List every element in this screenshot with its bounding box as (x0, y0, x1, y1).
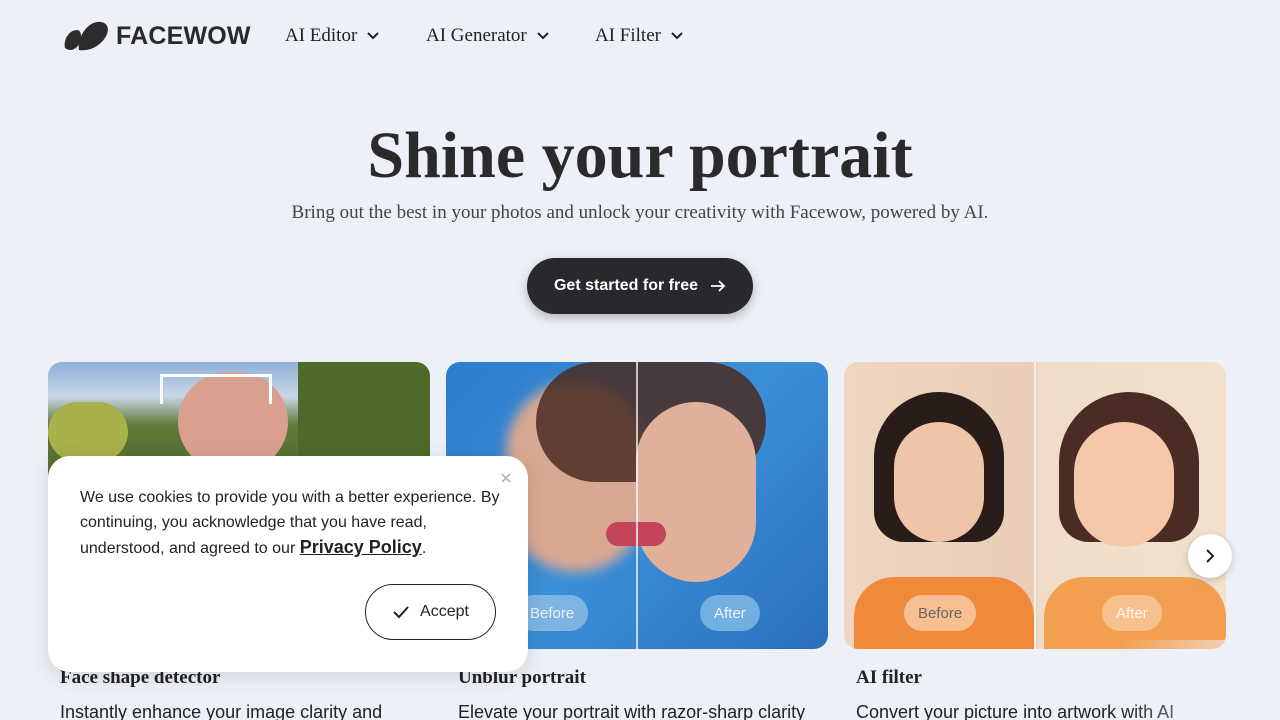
hero-subtitle: Bring out the best in your photos and un… (291, 202, 989, 223)
accept-button[interactable]: Accept (365, 584, 496, 640)
check-icon (393, 606, 409, 619)
arrow-right-icon (711, 280, 726, 292)
accept-label: Accept (420, 603, 469, 620)
unblur-description: Elevate your portrait with razor-sharp c… (458, 702, 806, 720)
chevron-right-icon (1206, 549, 1215, 563)
nav-ai-generator-label: AI Generator (426, 25, 527, 46)
compare-divider[interactable] (636, 362, 638, 649)
brand-name: FACEWOW (116, 21, 251, 50)
after-label: After (700, 595, 760, 631)
before-label: Before (904, 595, 977, 631)
get-started-label: Get started for free (553, 277, 699, 294)
compare-divider[interactable] (1034, 362, 1036, 649)
chevron-down-icon (671, 32, 683, 40)
facewow-logo-icon (64, 21, 108, 51)
after-label: After (1102, 595, 1162, 631)
top-nav: FACEWOW AI Editor AI Generator AI Filter (0, 0, 1280, 72)
cookie-banner: We use cookies to provide you with a bet… (48, 456, 528, 672)
face-shape-description: Instantly enhance your image clarity and (60, 702, 383, 720)
cookie-text: We use cookies to provide you with a bet… (80, 486, 500, 562)
brand-logo[interactable]: FACEWOW (63, 20, 251, 52)
feature-card-ai-filter[interactable]: Before After AI filter Convert your pict… (844, 362, 1226, 720)
nav-ai-editor-label: AI Editor (285, 25, 358, 46)
get-started-button[interactable]: Get started for free (527, 258, 753, 314)
cookie-suffix: . (421, 540, 427, 557)
carousel-fade (1120, 640, 1280, 720)
ai-filter-title: AI filter (856, 667, 922, 688)
nav-ai-generator[interactable]: AI Generator (426, 24, 550, 48)
cookie-message: We use cookies to provide you with a bet… (80, 489, 500, 557)
chevron-down-icon (367, 32, 380, 40)
nav-ai-filter-label: AI Filter (595, 25, 661, 46)
nav-ai-filter[interactable]: AI Filter (595, 24, 684, 48)
hero-title: Shine your portrait (367, 119, 913, 192)
privacy-policy-link[interactable]: Privacy Policy (300, 537, 422, 557)
close-icon[interactable] (498, 470, 514, 486)
carousel-next-button[interactable] (1188, 534, 1232, 578)
chevron-down-icon (537, 32, 549, 40)
nav-ai-editor[interactable]: AI Editor (285, 24, 380, 48)
ai-filter-image: Before After (844, 362, 1226, 649)
